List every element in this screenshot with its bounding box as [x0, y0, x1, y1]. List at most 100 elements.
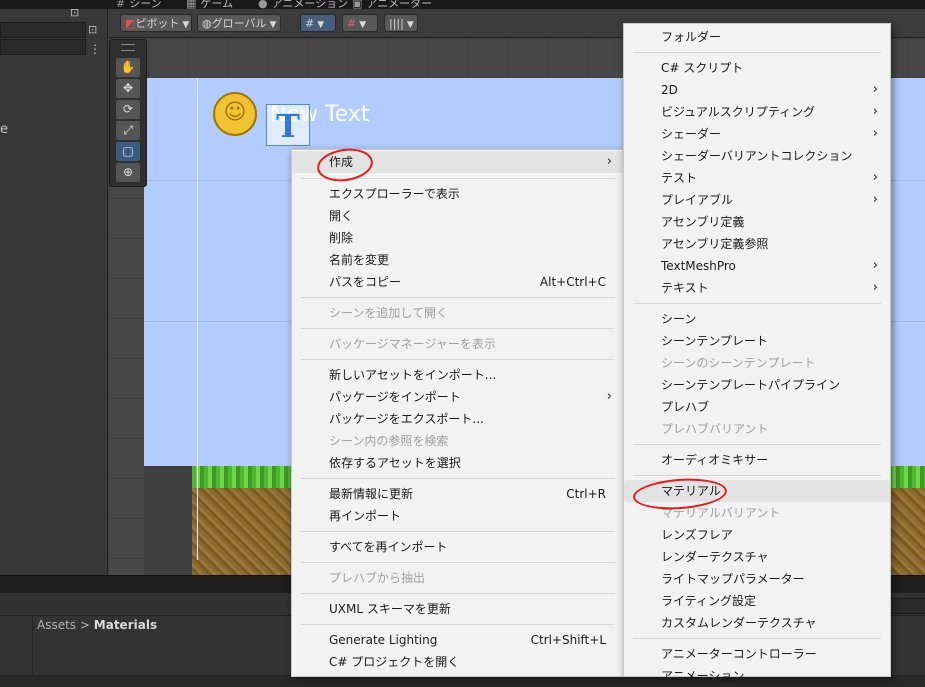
menu-item-show-package-manager: パッケージマネージャーを表示 — [292, 333, 624, 355]
menu-item-scene-template[interactable]: シーンテンプレート — [624, 330, 890, 352]
menu-item-animation[interactable]: アニメーション — [624, 665, 890, 687]
menu-item-copy-path[interactable]: パスをコピー Alt+Ctrl+C — [292, 271, 624, 293]
menu-item-audio-mixer[interactable]: オーディオミキサー — [624, 449, 890, 471]
breadcrumb-assets[interactable]: Assets — [37, 618, 76, 632]
pivot-dropdown[interactable]: ◩ピボット ▼ — [120, 14, 192, 32]
menu-item-export-package[interactable]: パッケージをエクスポート... — [292, 408, 624, 430]
menu-item-import-package[interactable]: パッケージをインポート › — [292, 386, 624, 408]
menu-item-find-references: シーン内の参照を検索 — [292, 430, 624, 452]
menu-item-generate-lighting[interactable]: Generate Lighting Ctrl+Shift+L — [292, 629, 624, 651]
menu-item-2d[interactable]: 2D › — [624, 79, 890, 101]
global-dropdown[interactable]: ◍グローバル ▼ — [197, 14, 281, 32]
menu-item-label: プレハブバリアント — [661, 422, 769, 436]
submenu-arrow-icon: › — [606, 154, 612, 169]
menu-separator — [633, 638, 881, 639]
transform-tool-icon[interactable]: ⊕ — [116, 163, 140, 182]
menu-item-label: ライトマップパラメーター — [661, 572, 805, 586]
menu-item-update-uxml-schema[interactable]: UXML スキーマを更新 — [292, 598, 624, 620]
menu-separator — [301, 359, 615, 360]
menu-item-label: 新しいアセットをインポート... — [329, 368, 497, 382]
menu-item-lighting-settings[interactable]: ライティング設定 — [624, 590, 890, 612]
submenu-arrow-icon: › — [872, 170, 878, 185]
text-gizmo-icon[interactable]: T — [266, 104, 310, 146]
menu-item-visual-scripting[interactable]: ビジュアルスクリプティング › — [624, 101, 890, 123]
hierarchy-search-input[interactable] — [0, 22, 86, 38]
menu-item-label: C# プロジェクトを開く — [329, 655, 460, 669]
menu-item-label: レンズフレア — [661, 528, 733, 542]
menu-item-lightmap-parameters[interactable]: ライトマップパラメーター — [624, 568, 890, 590]
menu-item-select-dependencies[interactable]: 依存するアセットを選択 — [292, 452, 624, 474]
menu-item-label: アセンブリ定義参照 — [661, 237, 769, 251]
menu-item-textmeshpro[interactable]: TextMeshPro › — [624, 255, 890, 277]
menu-item-import-new-asset[interactable]: 新しいアセットをインポート... — [292, 364, 624, 386]
menu-item-show-in-explorer[interactable]: エクスプローラーで表示 — [292, 183, 624, 205]
globe-icon: ◍ — [202, 17, 212, 30]
shortcut-label: Ctrl+R — [566, 487, 606, 501]
submenu-arrow-icon: › — [606, 389, 612, 404]
menu-item-open[interactable]: 開く — [292, 205, 624, 227]
grid-toggle[interactable]: # ▼ — [300, 14, 336, 32]
hand-tool-icon[interactable]: ✋ — [116, 58, 140, 77]
menu-item-label: シェーダーバリアントコレクション — [661, 149, 853, 163]
coin-sprite[interactable]: ☺ — [213, 92, 257, 136]
project-folder-tree[interactable] — [0, 616, 33, 675]
menu-item-label: ビジュアルスクリプティング — [661, 105, 816, 119]
menu-item-label: プレイアブル — [661, 193, 734, 207]
menu-item-custom-render-texture[interactable]: カスタムレンダーテクスチャ — [624, 612, 890, 634]
lock-icon[interactable]: ⊡ — [70, 6, 79, 19]
menu-item-assembly-definition[interactable]: アセンブリ定義 — [624, 211, 890, 233]
menu-item-label: テキスト — [661, 281, 709, 295]
menu-item-scene-template-pipeline[interactable]: シーンテンプレートパイプライン — [624, 374, 890, 396]
menu-separator — [301, 531, 615, 532]
menu-item-lens-flare[interactable]: レンズフレア — [624, 524, 890, 546]
grid-icon: # — [305, 17, 315, 30]
transform-tool-palette: ✋ ✥ ⟳ ⤢ ▢ ⊕ — [109, 39, 147, 187]
panel-options-icon[interactable]: ⊡ — [88, 23, 97, 36]
menu-item-shader-variant-collection[interactable]: シェーダーバリアントコレクション — [624, 145, 890, 167]
menu-item-rename[interactable]: 名前を変更 — [292, 249, 624, 271]
snap-toggle[interactable]: # ▼ — [342, 14, 378, 32]
rect-tool-icon[interactable]: ▢ — [116, 142, 140, 161]
menu-item-scene[interactable]: シーン — [624, 308, 890, 330]
menu-item-csharp-script[interactable]: C# スクリプト — [624, 57, 890, 79]
menu-item-extract-from-prefab: プレハブから抽出 — [292, 567, 624, 589]
scale-tool-icon[interactable]: ⤢ — [116, 121, 140, 140]
menu-item-shader[interactable]: シェーダー › — [624, 123, 890, 145]
hierarchy-filter-field[interactable] — [0, 39, 86, 55]
rotate-tool-icon[interactable]: ⟳ — [116, 100, 140, 119]
chevron-down-icon: ▼ — [359, 20, 367, 30]
menu-item-label: プレハブ — [661, 400, 710, 414]
hierarchy-item-label[interactable]: e — [0, 122, 8, 137]
menu-item-label: パッケージをエクスポート... — [329, 412, 484, 426]
menu-item-label: 再インポート — [329, 509, 402, 523]
menu-item-label: UXML スキーマを更新 — [329, 602, 451, 616]
menu-item-label: 依存するアセットを選択 — [329, 456, 461, 470]
snap-icon: # — [347, 17, 357, 30]
menu-item-reimport[interactable]: 再インポート — [292, 505, 624, 527]
editor-tab-strip: # シーン ▦ ゲーム ● アニメーション ▣ アニメーター — [0, 0, 925, 10]
menu-item-text[interactable]: テキスト › — [624, 277, 890, 299]
menu-item-folder[interactable]: フォルダー — [624, 26, 890, 48]
drag-handle-icon[interactable] — [121, 44, 135, 51]
menu-item-test[interactable]: テスト › — [624, 167, 890, 189]
menu-item-animator-controller[interactable]: アニメーターコントローラー — [624, 643, 890, 665]
menu-item-refresh[interactable]: 最新情報に更新 Ctrl+R — [292, 483, 624, 505]
menu-item-render-texture[interactable]: レンダーテクスチャ — [624, 546, 890, 568]
menu-separator — [301, 593, 615, 594]
move-tool-icon[interactable]: ✥ — [116, 79, 140, 98]
menu-item-reimport-all[interactable]: すべてを再インポート — [292, 536, 624, 558]
menu-item-prefab[interactable]: プレハブ — [624, 396, 890, 418]
more-options-icon[interactable]: ⋮ — [89, 42, 101, 56]
breadcrumb-materials[interactable]: Materials — [94, 618, 157, 632]
menu-item-label: アニメーターコントローラー — [661, 647, 817, 661]
increment-snap-dropdown[interactable]: |||| ▼ — [384, 14, 418, 32]
menu-item-playable[interactable]: プレイアブル › — [624, 189, 890, 211]
menu-separator — [633, 475, 881, 476]
hierarchy-panel: ⊡ ⊡ ⋮ e — [0, 6, 108, 575]
menu-item-label: 名前を変更 — [329, 253, 390, 267]
menu-item-delete[interactable]: 削除 — [292, 227, 624, 249]
menu-item-assembly-definition-reference[interactable]: アセンブリ定義参照 — [624, 233, 890, 255]
menu-item-label: 2D — [661, 83, 678, 97]
menu-item-open-csharp-project[interactable]: C# プロジェクトを開く — [292, 651, 624, 673]
menu-item-scene-template-from-scene: シーンのシーンテンプレート — [624, 352, 890, 374]
